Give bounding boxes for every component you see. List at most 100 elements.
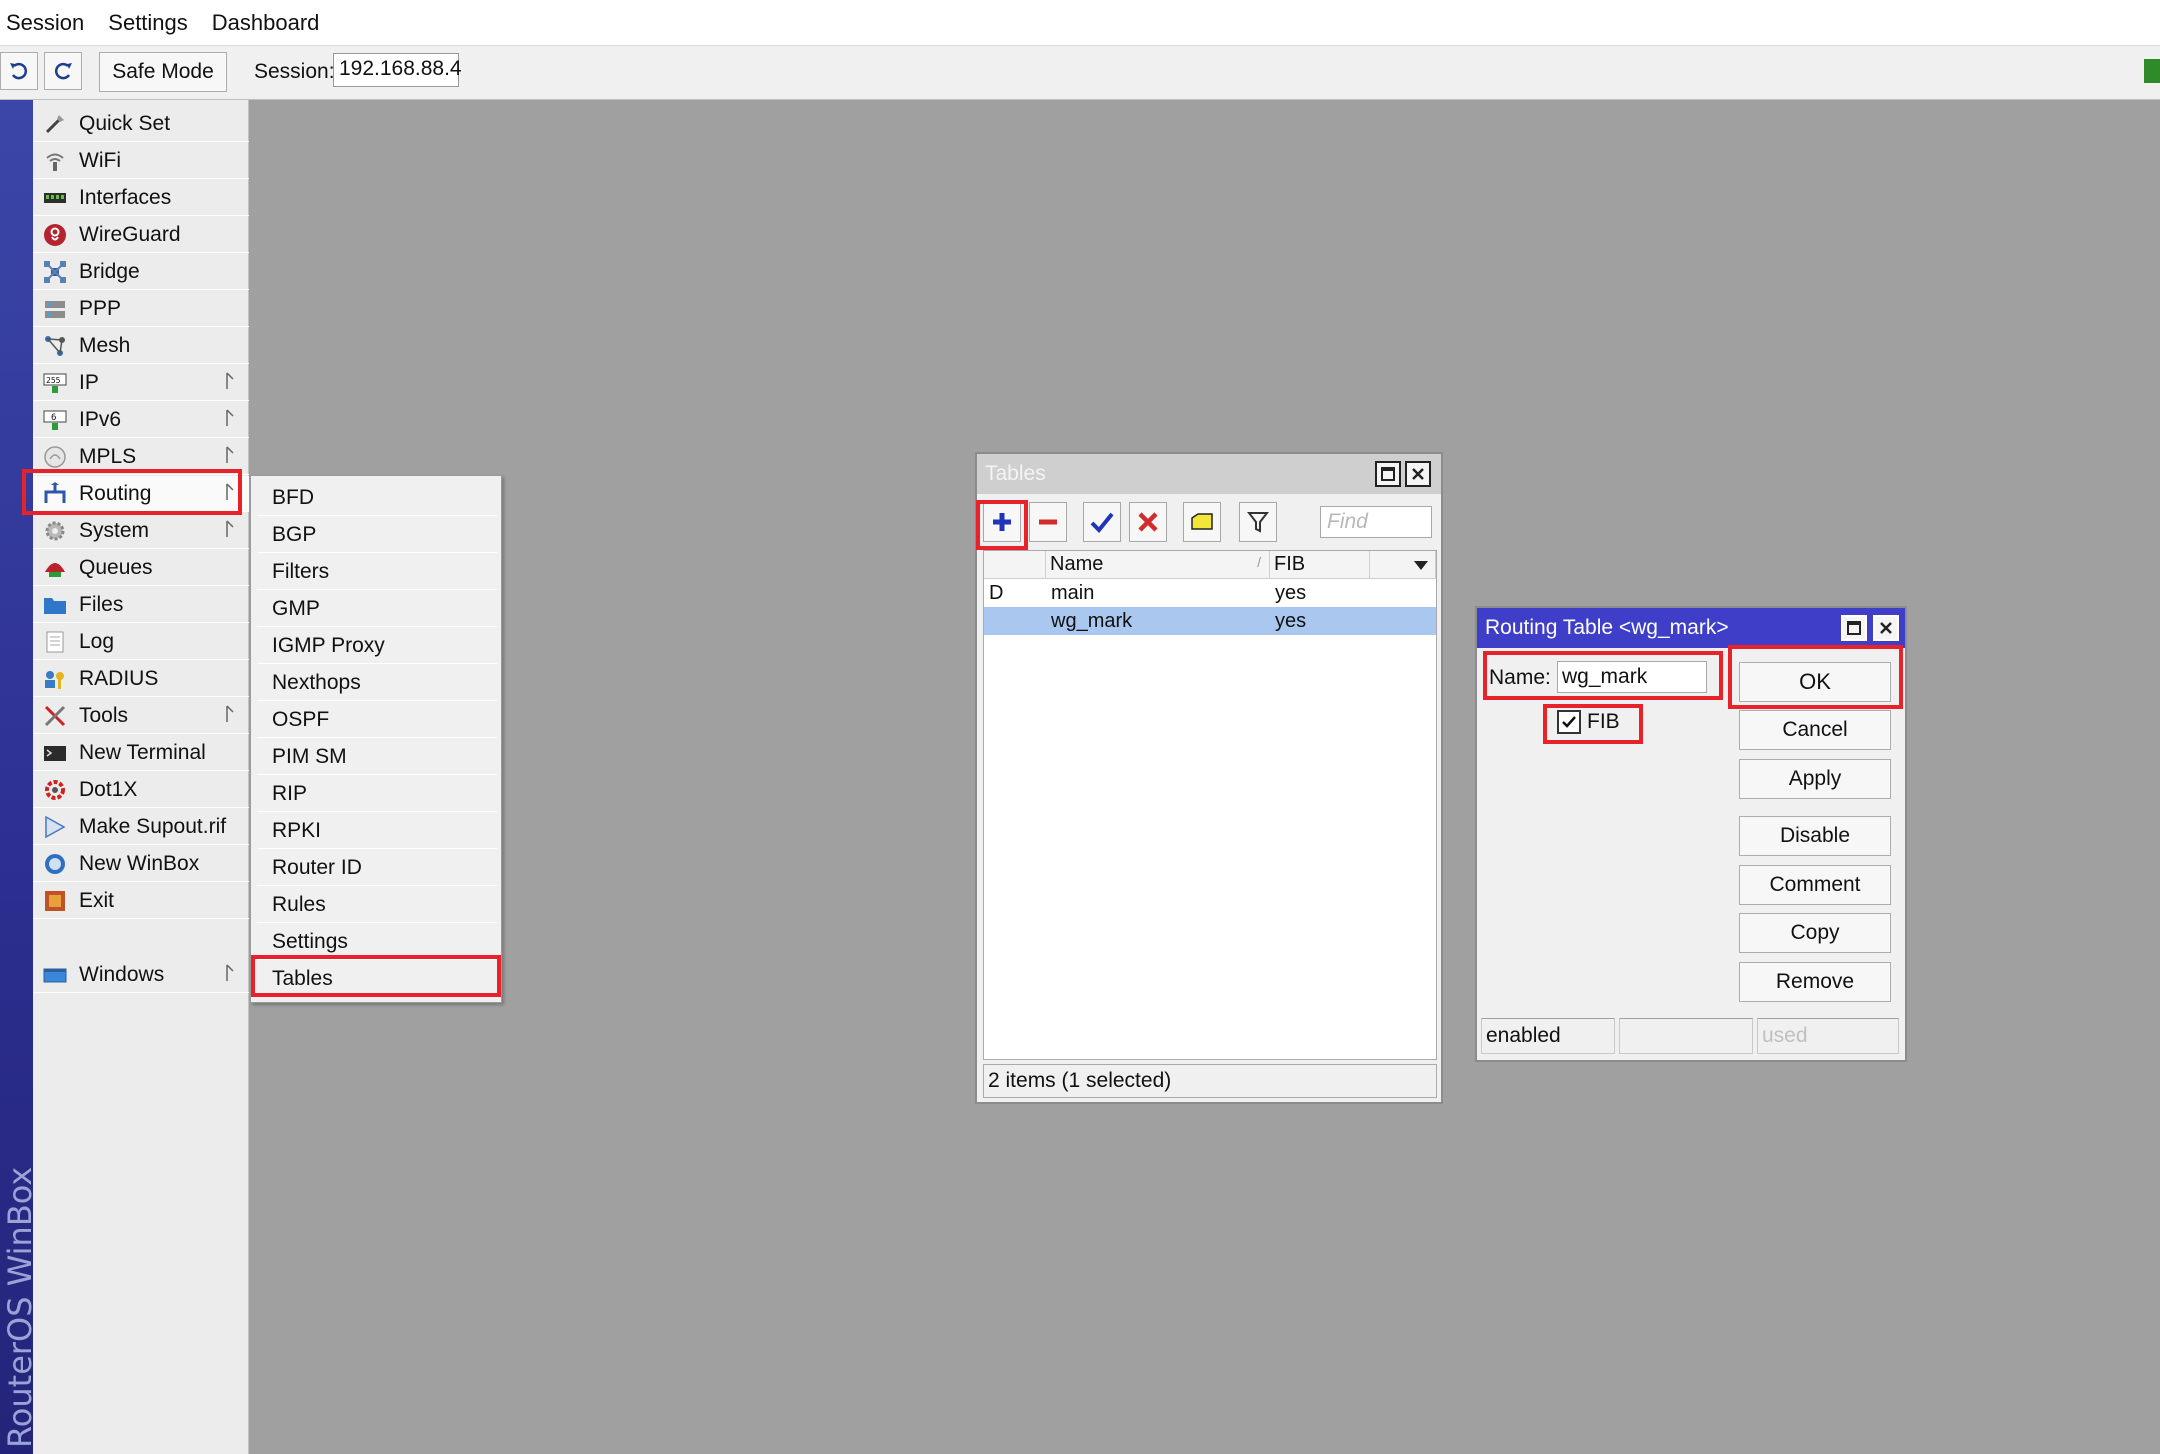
column-header-flag[interactable] <box>984 551 1046 579</box>
safe-mode-button[interactable]: Safe Mode <box>99 52 227 92</box>
sidebar-item-bridge[interactable]: Bridge <box>33 254 249 290</box>
sidebar-item-mesh[interactable]: Mesh <box>33 328 249 364</box>
copy-button[interactable]: Copy <box>1739 913 1891 953</box>
submenu-item-rpki[interactable]: RPKI <box>257 813 497 849</box>
gear-icon <box>42 518 68 544</box>
windows-icon <box>42 962 68 988</box>
status-used: used <box>1757 1018 1899 1054</box>
name-field[interactable]: wg_mark <box>1557 661 1707 693</box>
sidebar-item-tools[interactable]: Tools <box>33 698 249 734</box>
sidebar-item-ppp[interactable]: PPP <box>33 291 249 327</box>
sidebar-item-mpls[interactable]: MPLS <box>33 439 249 475</box>
sidebar-item-queues[interactable]: Queues <box>33 550 249 586</box>
sidebar-item-new-winbox[interactable]: New WinBox <box>33 846 249 882</box>
fib-checkbox[interactable] <box>1557 710 1581 734</box>
column-header-name[interactable]: Name / <box>1046 551 1270 579</box>
sidebar-item-windows[interactable]: Windows <box>33 957 249 993</box>
bridge-icon <box>42 259 68 285</box>
menu-session[interactable]: Session <box>0 10 92 36</box>
menu-settings[interactable]: Settings <box>102 10 196 36</box>
sidebar-item-interfaces[interactable]: Interfaces <box>33 180 249 216</box>
radius-icon <box>42 666 68 692</box>
sidebar-item-radius[interactable]: RADIUS <box>33 661 249 697</box>
sidebar-item-wifi[interactable]: WiFi <box>33 143 249 179</box>
comment-button[interactable]: Comment <box>1739 865 1891 905</box>
submenu-item-bgp[interactable]: BGP <box>257 517 497 553</box>
queues-icon <box>42 555 68 581</box>
apply-button[interactable]: Apply <box>1739 759 1891 799</box>
tables-status-bar: 2 items (1 selected) <box>983 1064 1437 1098</box>
close-button[interactable] <box>1405 461 1431 487</box>
sidebar-item-log[interactable]: Log <box>33 624 249 660</box>
redo-button[interactable] <box>44 52 82 90</box>
sidebar-item-ip[interactable]: 255 IP <box>33 365 249 401</box>
row-flag <box>986 607 1042 635</box>
svg-text:6: 6 <box>51 413 56 423</box>
sidebar-item-routing[interactable]: Routing <box>33 476 249 512</box>
remove-button[interactable] <box>1029 502 1067 542</box>
submenu-item-tables[interactable]: Tables <box>257 961 497 997</box>
sidebar-item-wireguard[interactable]: WireGuard <box>33 217 249 253</box>
submenu-item-gmp[interactable]: GMP <box>257 591 497 627</box>
terminal-icon <box>42 740 68 766</box>
svg-text:255: 255 <box>46 376 61 385</box>
supout-icon <box>42 814 68 840</box>
row-flag: D <box>989 581 1004 604</box>
submenu-item-rip[interactable]: RIP <box>257 776 497 812</box>
table-row[interactable]: D main yes <box>984 579 1436 607</box>
sidebar-item-new-terminal[interactable]: New Terminal <box>33 735 249 771</box>
filter-button[interactable] <box>1239 502 1277 542</box>
ok-button[interactable]: OK <box>1739 662 1891 702</box>
name-label: Name: <box>1489 666 1551 689</box>
submenu-item-settings[interactable]: Settings <box>257 924 497 960</box>
submenu-arrow-icon <box>226 964 234 981</box>
submenu-item-nexthops[interactable]: Nexthops <box>257 665 497 701</box>
submenu-item-filters[interactable]: Filters <box>257 554 497 590</box>
submenu-item-rules[interactable]: Rules <box>257 887 497 923</box>
cancel-button[interactable]: Cancel <box>1739 710 1891 750</box>
undo-button[interactable] <box>0 52 38 90</box>
sidebar-item-files[interactable]: Files <box>33 587 249 623</box>
maximize-button[interactable] <box>1841 615 1867 641</box>
remove-button[interactable]: Remove <box>1739 962 1891 1002</box>
sidebar-item-system[interactable]: System <box>33 513 249 549</box>
ipv6-icon: 6 <box>42 407 68 433</box>
disable-button[interactable]: Disable <box>1739 816 1891 856</box>
submenu-item-pim-sm[interactable]: PIM SM <box>257 739 497 775</box>
sidebar-item-exit[interactable]: Exit <box>33 883 249 919</box>
sort-icon: / <box>1257 554 1261 570</box>
mesh-icon <box>42 333 68 359</box>
ip-icon: 255 <box>42 370 68 396</box>
column-header-fib[interactable]: FIB <box>1270 551 1370 579</box>
add-button[interactable] <box>983 502 1021 542</box>
status-indicator <box>2144 59 2160 83</box>
column-chooser-button[interactable] <box>1370 551 1436 579</box>
row-fib: yes <box>1275 609 1307 632</box>
session-field[interactable]: 192.168.88.4 <box>333 53 462 87</box>
sidebar-item-make-supout[interactable]: Make Supout.rif <box>33 809 249 845</box>
submenu-item-bfd[interactable]: BFD <box>257 480 497 516</box>
submenu-arrow-icon <box>226 409 234 426</box>
submenu-item-ospf[interactable]: OSPF <box>257 702 497 738</box>
comment-button[interactable] <box>1183 502 1221 542</box>
maximize-button[interactable] <box>1375 461 1401 487</box>
tables-window-title: Tables <box>985 462 1046 485</box>
mpls-icon <box>42 444 68 470</box>
table-row-selected[interactable]: wg_mark yes <box>984 607 1436 635</box>
sidebar-item-dot1x[interactable]: Dot1X <box>33 772 249 808</box>
undo-icon <box>10 62 28 80</box>
sidebar-item-ipv6[interactable]: 6 IPv6 <box>33 402 249 438</box>
tables-window-titlebar[interactable]: Tables <box>977 454 1441 494</box>
maximize-icon <box>1381 467 1395 481</box>
fib-label: FIB <box>1587 710 1620 733</box>
find-input[interactable] <box>1320 506 1432 538</box>
submenu-item-router-id[interactable]: Router ID <box>257 850 497 886</box>
disable-button[interactable] <box>1129 502 1167 542</box>
row-name: wg_mark <box>1051 609 1133 632</box>
menu-dashboard[interactable]: Dashboard <box>206 10 328 36</box>
sidebar-item-quick-set[interactable]: Quick Set <box>33 106 249 142</box>
enable-button[interactable] <box>1083 502 1121 542</box>
toolbar: Safe Mode Session: 192.168.88.4 <box>0 46 2160 100</box>
submenu-item-igmp-proxy[interactable]: IGMP Proxy <box>257 628 497 664</box>
close-button[interactable] <box>1873 615 1899 641</box>
